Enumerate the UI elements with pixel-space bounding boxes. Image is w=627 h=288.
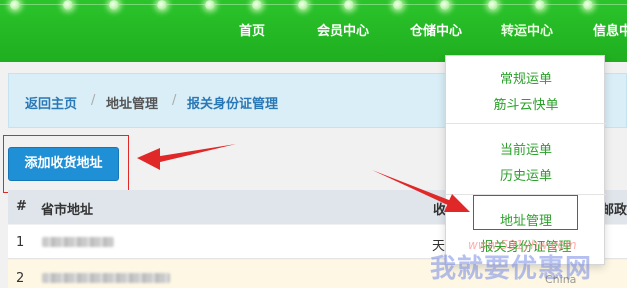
breadcrumb-home-link[interactable]: 返回主页 — [25, 93, 77, 112]
menu-item-regular-waybill[interactable]: 常规运单 — [446, 68, 606, 87]
light-bulb-icon — [252, 0, 262, 10]
nav-item-warehouse-center[interactable]: 仓储中心 — [410, 20, 462, 42]
light-bulb-icon — [109, 0, 119, 10]
light-bulb-icon — [10, 0, 20, 10]
nav-item-transfer-center[interactable]: 转运中心 — [501, 20, 553, 42]
breadcrumb-current[interactable]: 报关身份证管理 — [187, 93, 278, 112]
watermark-country: China — [545, 273, 577, 286]
row-index: 1 — [16, 235, 25, 250]
light-bulb-icon — [535, 0, 545, 10]
menu-item-current-waybill[interactable]: 当前运单 — [446, 139, 606, 158]
annotation-arrow — [137, 144, 236, 170]
breadcrumb-address: 地址管理 — [106, 97, 159, 112]
redacted-address — [42, 237, 114, 247]
light-bulb-icon — [488, 0, 498, 10]
transfer-center-dropdown: 常规运单 筋斗云快单 当前运单 历史运单 地址管理 报关身份证管理 — [445, 55, 606, 265]
light-bulb-icon — [205, 0, 215, 10]
light-bulb-icon — [344, 0, 354, 10]
menu-divider — [446, 123, 606, 124]
light-bulb-icon — [298, 0, 308, 10]
menu-item-history-waybill[interactable]: 历史运单 — [446, 165, 606, 184]
redacted-address — [42, 273, 170, 283]
menu-item-express-waybill[interactable]: 筋斗云快单 — [446, 94, 606, 113]
top-nav-bar: 首页 会员中心 仓储中心 转运中心 信息中 — [0, 0, 627, 62]
annotation-box — [3, 135, 129, 193]
nav-item-info-center[interactable]: 信息中 — [593, 20, 627, 42]
decorative-lights — [0, 0, 627, 12]
light-bulb-icon — [63, 0, 73, 10]
nav-item-member-center[interactable]: 会员中心 — [317, 20, 369, 42]
light-bulb-icon — [583, 0, 593, 10]
light-bulb-icon — [157, 0, 167, 10]
light-bulb-icon — [393, 0, 403, 10]
breadcrumb-separator: / — [91, 93, 96, 108]
annotation-box — [473, 195, 578, 230]
nav-item-home[interactable]: 首页 — [239, 20, 265, 42]
light-bulb-icon — [440, 0, 450, 10]
column-header-province: 省市地址 — [41, 203, 94, 218]
breadcrumb-separator: / — [172, 93, 177, 108]
row-index: 2 — [16, 271, 25, 286]
column-header-index: # — [16, 199, 27, 214]
